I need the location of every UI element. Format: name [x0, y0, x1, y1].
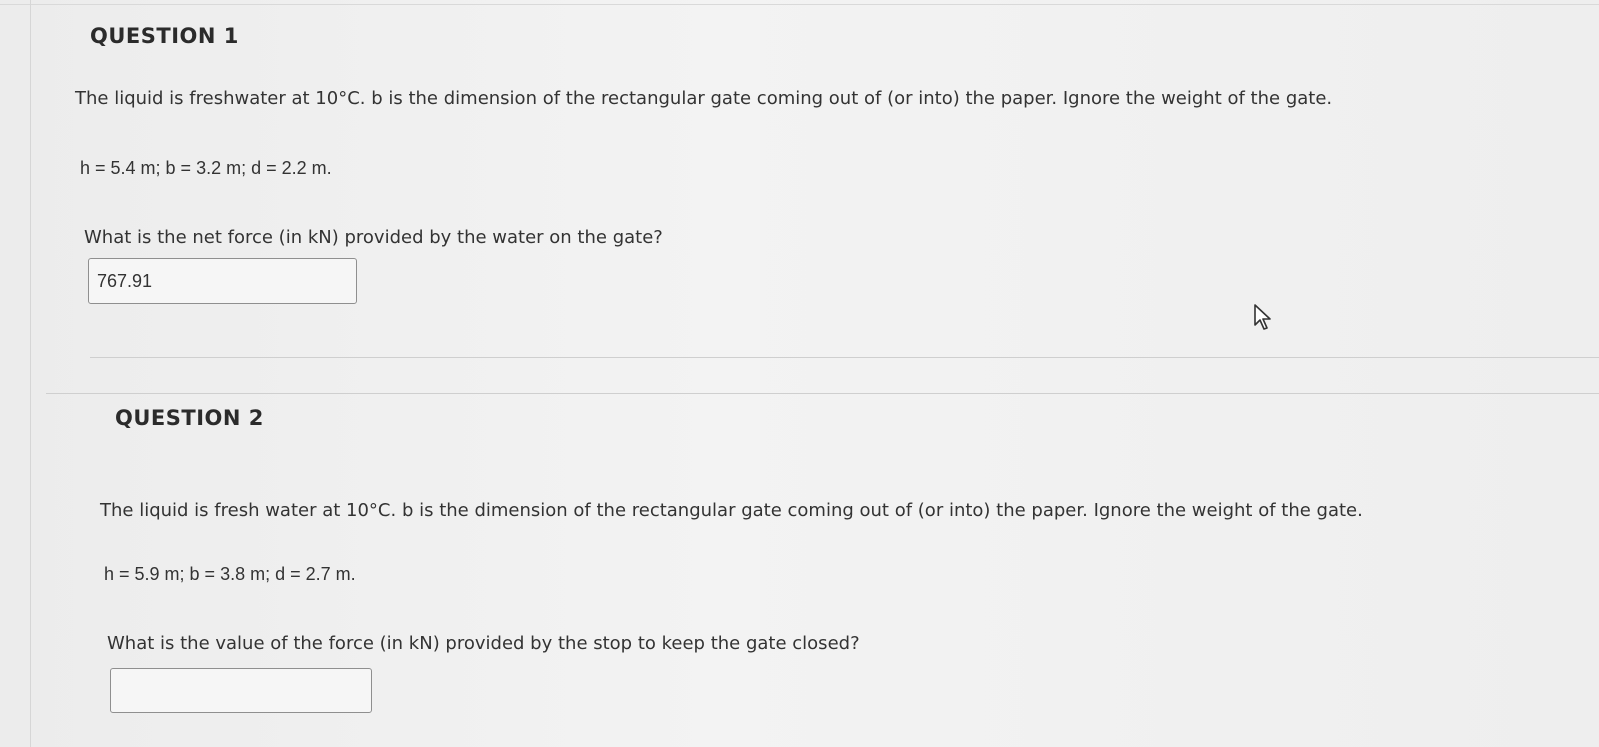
question-1-description: The liquid is freshwater at 10°C. b is t…: [75, 88, 1333, 109]
question-2-title: QUESTION 2: [115, 406, 264, 430]
question-1-title: QUESTION 1: [90, 24, 239, 48]
question-1-given-values: h = 5.4 m; b = 3.2 m; d = 2.2 m.: [80, 158, 332, 178]
question-2-answer-input[interactable]: [110, 668, 372, 713]
top-divider: [0, 4, 1599, 5]
question-2-prompt: What is the value of the force (in kN) p…: [107, 633, 860, 654]
arrow-pointer-icon: [1254, 304, 1271, 330]
question-2-description: The liquid is fresh water at 10°C. b is …: [100, 500, 1363, 521]
left-border: [30, 0, 31, 747]
question-1-answer-input[interactable]: 767.91: [88, 258, 357, 304]
question-2-given-values: h = 5.9 m; b = 3.8 m; d = 2.7 m.: [104, 564, 356, 584]
question-1-bottom-divider: [90, 357, 1599, 358]
quiz-page: QUESTION 1 The liquid is freshwater at 1…: [0, 0, 1599, 747]
question-2-top-divider: [46, 393, 1599, 394]
question-1-prompt: What is the net force (in kN) provided b…: [84, 227, 663, 248]
